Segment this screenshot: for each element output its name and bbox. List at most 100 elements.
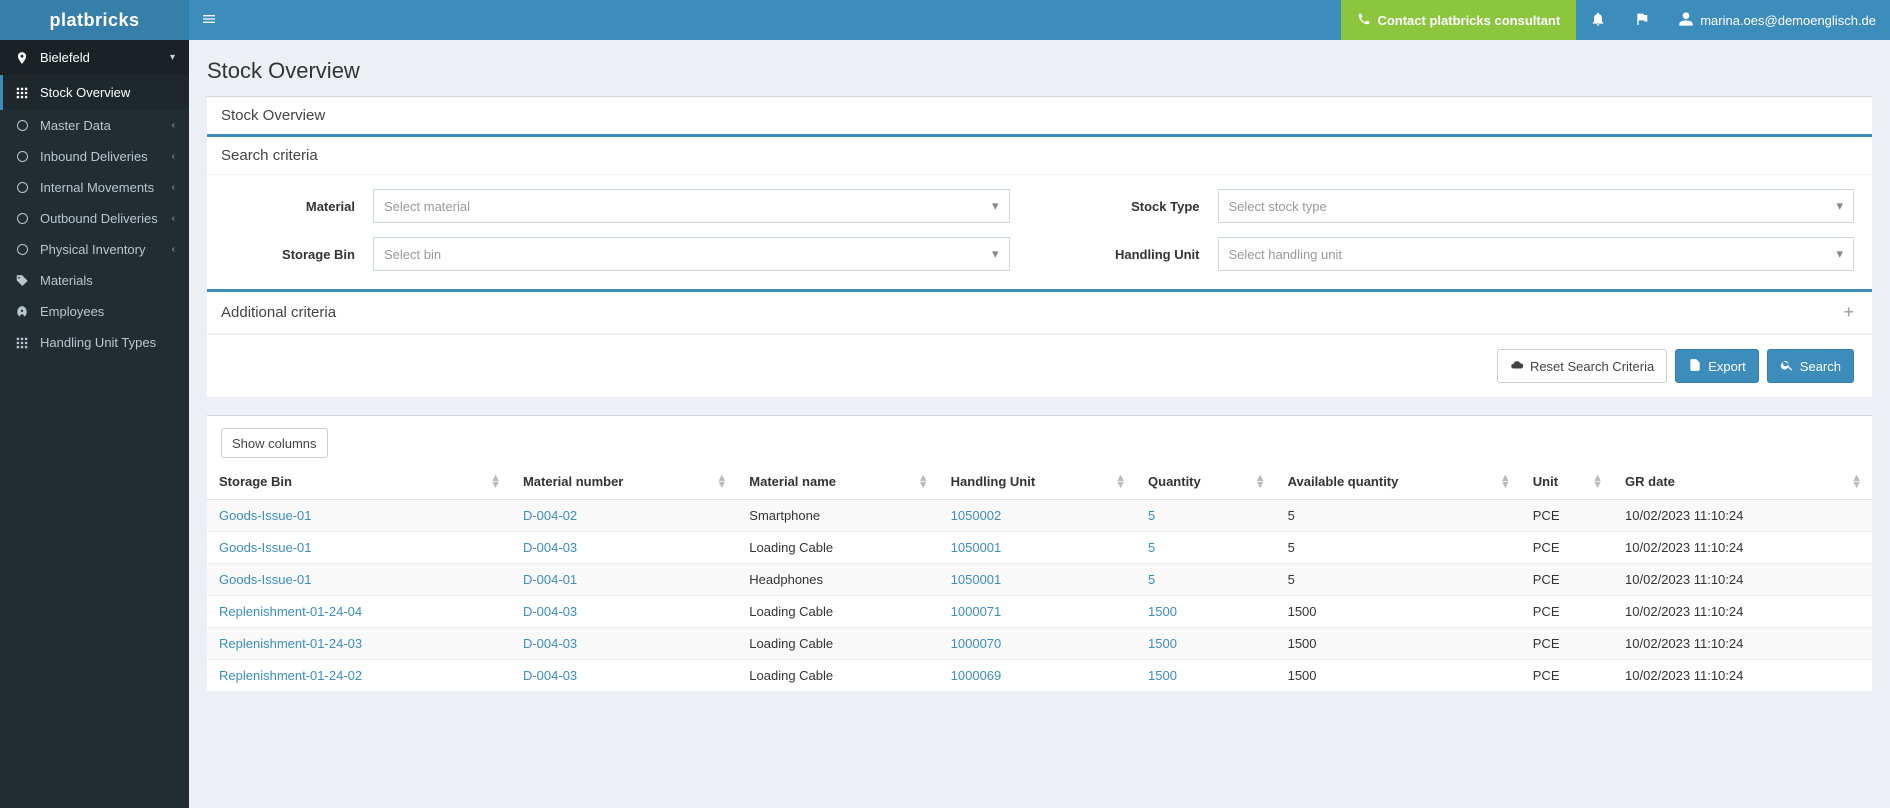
cell-qty[interactable]: 1500 <box>1136 660 1276 692</box>
cell-bin[interactable]: Replenishment-01-24-03 <box>207 628 511 660</box>
contact-consultant-label: Contact platbricks consultant <box>1377 13 1560 28</box>
cell-hu[interactable]: 1050001 <box>939 532 1136 564</box>
cell-gr: 10/02/2023 11:10:24 <box>1613 532 1872 564</box>
sidebar-item-inbound-deliveries[interactable]: Inbound Deliveries‹ <box>0 141 189 172</box>
export-icon <box>1688 358 1702 375</box>
cell-qty[interactable]: 5 <box>1136 532 1276 564</box>
search-criteria-header: Search criteria <box>207 137 1872 175</box>
notifications-button[interactable] <box>1576 0 1620 40</box>
sort-icon: ▲▼ <box>1851 475 1862 489</box>
sidebar-location[interactable]: Bielefeld ▾ <box>0 40 189 75</box>
handling-unit-placeholder: Select handling unit <box>1229 247 1342 262</box>
col-handling-unit[interactable]: Handling Unit▲▼ <box>939 464 1136 500</box>
export-button[interactable]: Export <box>1675 349 1759 383</box>
cell-qty[interactable]: 1500 <box>1136 628 1276 660</box>
stock-type-select[interactable]: Select stock type ▾ <box>1218 189 1855 223</box>
sidebar-item-master-data[interactable]: Master Data‹ <box>0 110 189 141</box>
caret-down-icon: ▾ <box>992 246 999 262</box>
material-select[interactable]: Select material ▾ <box>373 189 1010 223</box>
cell-gr: 10/02/2023 11:10:24 <box>1613 660 1872 692</box>
cell-hu[interactable]: 1000071 <box>939 596 1136 628</box>
cell-qty[interactable]: 5 <box>1136 564 1276 596</box>
plus-icon[interactable]: + <box>1839 302 1858 323</box>
cell-unit: PCE <box>1521 596 1613 628</box>
brand-logo[interactable]: platbricks <box>0 0 189 40</box>
flag-icon <box>1634 11 1650 30</box>
sidebar-item-outbound-deliveries[interactable]: Outbound Deliveries ‹ <box>0 203 189 234</box>
sidebar-item-employees[interactable]: Employees <box>0 296 189 327</box>
cell-aqty: 1500 <box>1276 596 1521 628</box>
cloud-icon <box>1510 358 1524 375</box>
cell-matnum[interactable]: D-004-02 <box>511 500 737 532</box>
sidebar-item-label: Stock Overview <box>40 85 130 100</box>
cell-bin[interactable]: Goods-Issue-01 <box>207 564 511 596</box>
grid-icon <box>14 336 30 350</box>
table-row: Goods-Issue-01D-004-02Smartphone10500025… <box>207 500 1872 532</box>
col-available-quantity[interactable]: Available quantity▲▼ <box>1276 464 1521 500</box>
additional-criteria-header[interactable]: Additional criteria + <box>207 292 1872 334</box>
cell-hu[interactable]: 1050001 <box>939 564 1136 596</box>
col-material-number[interactable]: Material number▲▼ <box>511 464 737 500</box>
cell-matnum[interactable]: D-004-03 <box>511 660 737 692</box>
cell-matnum[interactable]: D-004-03 <box>511 628 737 660</box>
flag-button[interactable] <box>1620 0 1664 40</box>
bell-icon <box>1590 11 1606 30</box>
sort-icon: ▲▼ <box>1592 475 1603 489</box>
cell-hu[interactable]: 1000069 <box>939 660 1136 692</box>
user-menu[interactable]: marina.oes@demoenglisch.de <box>1664 0 1890 40</box>
col-storage-bin[interactable]: Storage Bin▲▼ <box>207 464 511 500</box>
col-material-name[interactable]: Material name▲▼ <box>737 464 938 500</box>
table-row: Replenishment-01-24-02D-004-03Loading Ca… <box>207 660 1872 692</box>
cell-matname: Loading Cable <box>737 596 938 628</box>
reset-search-button[interactable]: Reset Search Criteria <box>1497 349 1667 383</box>
sidebar-location-label: Bielefeld <box>40 50 90 65</box>
sort-icon: ▲▼ <box>1500 475 1511 489</box>
material-placeholder: Select material <box>384 199 470 214</box>
sidebar-item-materials[interactable]: Materials <box>0 265 189 296</box>
sort-icon: ▲▼ <box>490 475 501 489</box>
sort-icon: ▲▼ <box>918 475 929 489</box>
cell-qty[interactable]: 5 <box>1136 500 1276 532</box>
cell-unit: PCE <box>1521 564 1613 596</box>
cell-bin[interactable]: Replenishment-01-24-02 <box>207 660 511 692</box>
sidebar-item-internal-movements[interactable]: Internal Movements‹ <box>0 172 189 203</box>
sidebar-toggle[interactable] <box>189 0 229 40</box>
cell-hu[interactable]: 1000070 <box>939 628 1136 660</box>
cell-hu[interactable]: 1050002 <box>939 500 1136 532</box>
cell-bin[interactable]: Goods-Issue-01 <box>207 532 511 564</box>
cell-unit: PCE <box>1521 628 1613 660</box>
sort-icon: ▲▼ <box>1255 475 1266 489</box>
sort-icon: ▲▼ <box>1115 475 1126 489</box>
sidebar-item-handling-unit-types[interactable]: Handling Unit Types <box>0 327 189 358</box>
cell-bin[interactable]: Goods-Issue-01 <box>207 500 511 532</box>
col-quantity[interactable]: Quantity▲▼ <box>1136 464 1276 500</box>
sidebar-item-label: Handling Unit Types <box>40 335 156 350</box>
cell-matnum[interactable]: D-004-01 <box>511 564 737 596</box>
cell-bin[interactable]: Replenishment-01-24-04 <box>207 596 511 628</box>
col-gr-date[interactable]: GR date▲▼ <box>1613 464 1872 500</box>
cell-gr: 10/02/2023 11:10:24 <box>1613 596 1872 628</box>
cell-matname: Smartphone <box>737 500 938 532</box>
cell-qty[interactable]: 1500 <box>1136 596 1276 628</box>
sidebar-item-stock-overview[interactable]: Stock Overview <box>0 75 189 110</box>
sidebar-item-label: Materials <box>40 273 93 288</box>
storage-bin-select[interactable]: Select bin ▾ <box>373 237 1010 271</box>
sidebar-item-physical-inventory[interactable]: Physical Inventory‹ <box>0 234 189 265</box>
user-icon <box>1678 11 1694 30</box>
chevron-left-icon: ‹ <box>172 151 175 162</box>
circle-icon <box>14 244 30 255</box>
sidebar-item-label: Physical Inventory <box>40 242 146 257</box>
contact-consultant-button[interactable]: Contact platbricks consultant <box>1341 0 1576 40</box>
material-label: Material <box>225 199 355 214</box>
cell-matnum[interactable]: D-004-03 <box>511 532 737 564</box>
sidebar-item-label: Outbound Deliveries <box>40 211 158 226</box>
search-button[interactable]: Search <box>1767 349 1854 383</box>
show-columns-button[interactable]: Show columns <box>221 428 328 458</box>
cell-matnum[interactable]: D-004-03 <box>511 596 737 628</box>
chevron-left-icon: ‹ <box>172 213 175 224</box>
table-row: Goods-Issue-01D-004-03Loading Cable10500… <box>207 532 1872 564</box>
grid-icon <box>14 86 30 100</box>
handling-unit-select[interactable]: Select handling unit ▾ <box>1218 237 1855 271</box>
col-unit[interactable]: Unit▲▼ <box>1521 464 1613 500</box>
results-table: Storage Bin▲▼Material number▲▼Material n… <box>207 464 1872 691</box>
